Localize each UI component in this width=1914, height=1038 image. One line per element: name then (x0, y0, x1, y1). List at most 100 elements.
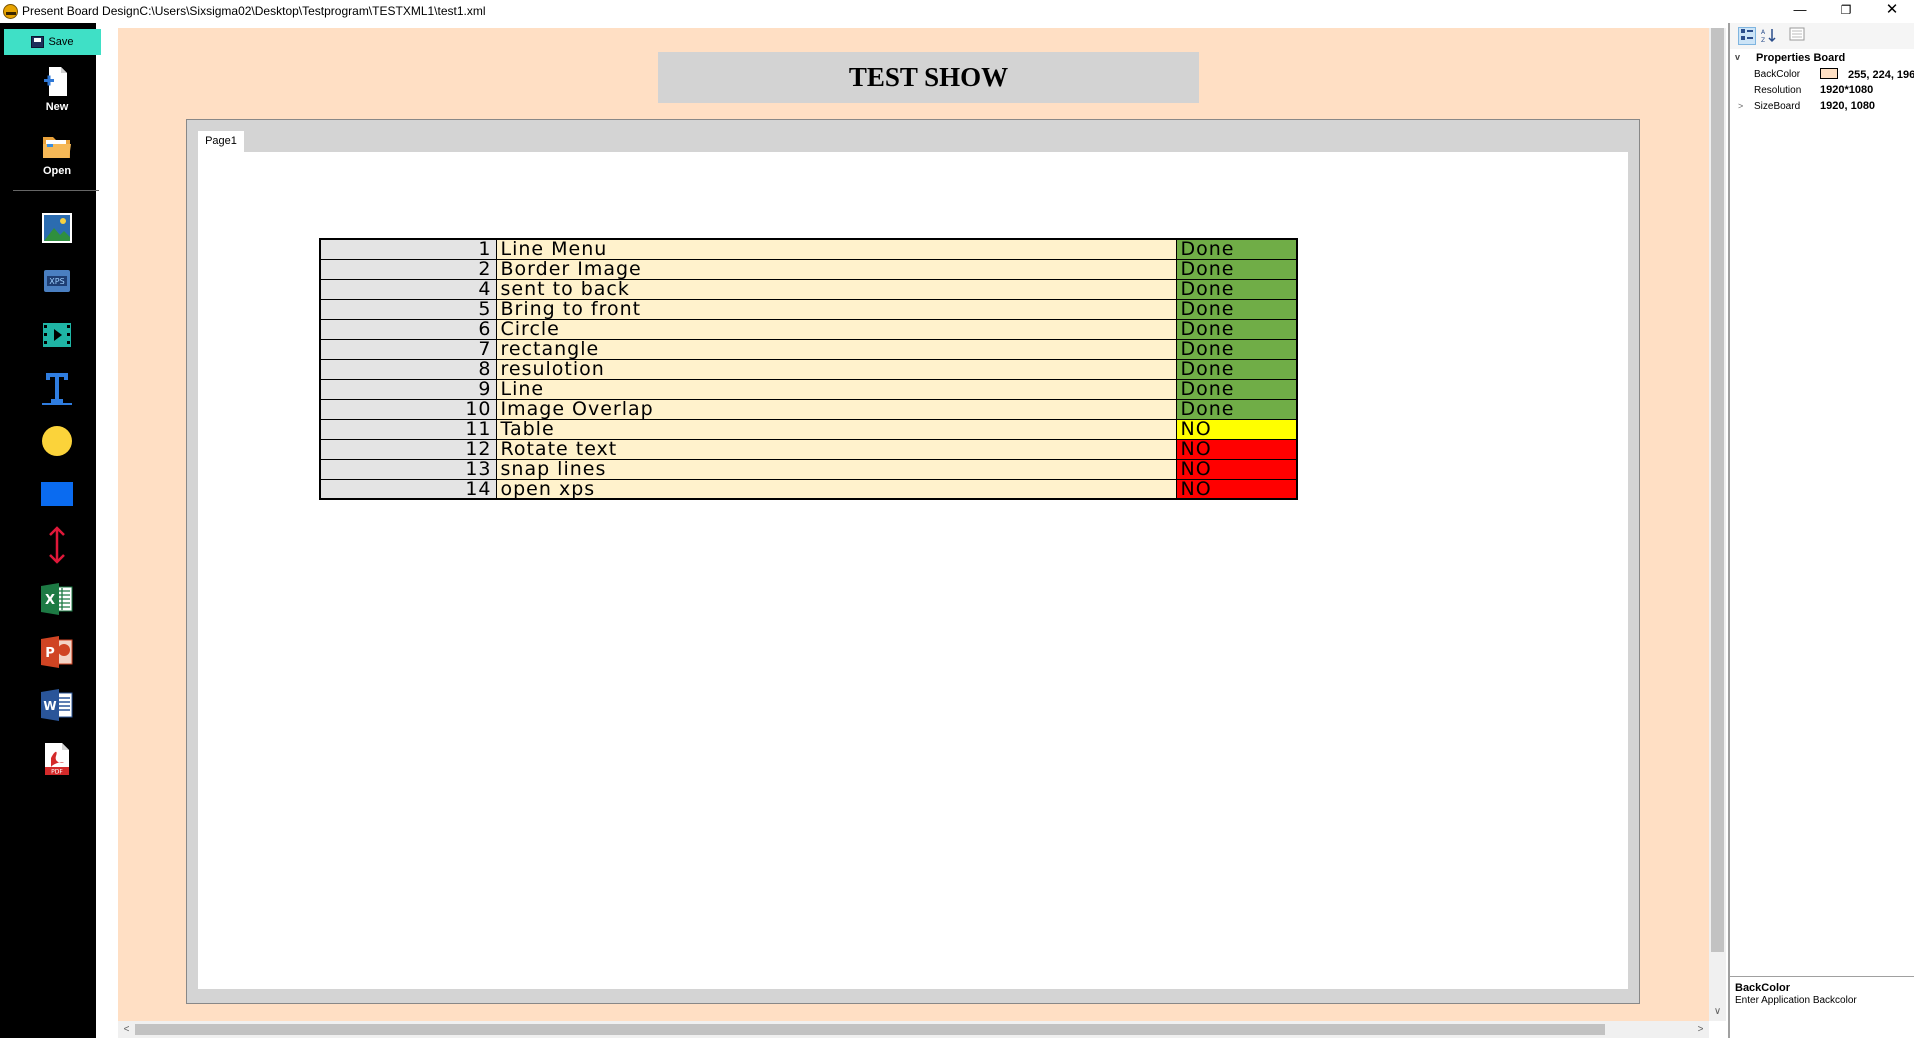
feature-cell: resulotion (495, 358, 1177, 380)
rectangle-icon (41, 482, 73, 506)
row-number-cell: 14 (319, 478, 497, 500)
insert-image-button[interactable] (37, 208, 77, 248)
insert-text-button[interactable] (37, 368, 77, 408)
window-title: Present Board DesignC:\Users\Sixsigma02\… (22, 4, 486, 18)
video-icon (43, 323, 71, 347)
status-cell: Done (1175, 278, 1298, 300)
design-board[interactable]: TEST SHOW Page1 1 Line Menu Done 2 Border Im… (118, 28, 1709, 1021)
table-row[interactable]: 1 Line Menu Done (319, 238, 1298, 260)
alphabetical-sort-icon[interactable]: AZ (1760, 27, 1778, 45)
board-title[interactable]: TEST SHOW (658, 52, 1199, 103)
property-value[interactable]: 255, 224, 196 (1820, 68, 1914, 81)
image-icon (42, 213, 72, 243)
status-cell: Done (1175, 258, 1298, 280)
feature-cell: snap lines (495, 458, 1177, 480)
table-row[interactable]: 5 Bring to front Done (319, 298, 1298, 320)
open-folder-icon (40, 129, 74, 163)
feature-cell: sent to back (495, 278, 1177, 300)
row-number-cell: 12 (319, 438, 497, 460)
property-sizeboard[interactable]: > SizeBoard 1920, 1080 (1730, 99, 1914, 115)
page-canvas[interactable]: 1 Line Menu Done 2 Border Image Done 4 sent to … (198, 152, 1628, 989)
open-label: Open (42, 165, 72, 177)
table-row[interactable]: 10 Image Overlap Done (319, 398, 1298, 420)
insert-excel-button[interactable]: X (37, 579, 77, 619)
feature-status-table[interactable]: 1 Line Menu Done 2 Border Image Done 4 sent to … (319, 238, 1298, 500)
save-button[interactable]: Save (4, 29, 101, 55)
feature-cell: Line (495, 378, 1177, 400)
table-row[interactable]: 8 resulotion Done (319, 358, 1298, 380)
new-label: New (45, 101, 69, 113)
line-icon (49, 526, 65, 564)
table-row[interactable]: 4 sent to back Done (319, 278, 1298, 300)
open-button[interactable]: Open (24, 129, 90, 177)
property-help-panel: BackColor Enter Application Backcolor (1730, 976, 1914, 1036)
table-row[interactable]: 2 Border Image Done (319, 258, 1298, 280)
new-button[interactable]: New (24, 65, 90, 113)
table-row[interactable]: 6 Circle Done (319, 318, 1298, 340)
svg-text:X: X (45, 593, 55, 608)
feature-cell: open xps (495, 478, 1177, 500)
svg-text:XPS: XPS (49, 277, 64, 286)
collapse-icon[interactable]: v (1735, 52, 1740, 62)
status-cell: Done (1175, 298, 1298, 320)
vertical-scroll-thumb[interactable] (1711, 28, 1724, 952)
row-number-cell: 1 (319, 238, 497, 260)
insert-word-button[interactable]: W (37, 685, 77, 725)
status-cell: NO (1175, 478, 1298, 500)
insert-circle-button[interactable] (37, 421, 77, 461)
feature-cell: Line Menu (495, 238, 1177, 260)
insert-line-button[interactable] (37, 525, 77, 565)
table-row[interactable]: 9 Line Done (319, 378, 1298, 400)
insert-video-button[interactable] (37, 315, 77, 355)
svg-text:P: P (45, 646, 55, 661)
property-pages-icon[interactable] (1788, 27, 1806, 45)
text-icon (42, 373, 72, 405)
table-row[interactable]: 12 Rotate text NO (319, 438, 1298, 460)
color-swatch (1820, 68, 1838, 79)
feature-cell: Table (495, 418, 1177, 440)
table-row[interactable]: 7 rectangle Done (319, 338, 1298, 360)
scroll-left-arrow-icon[interactable]: < (118, 1021, 135, 1038)
category-label: Properties Board (1756, 52, 1846, 64)
horizontal-scroll-thumb[interactable] (135, 1024, 1605, 1035)
property-name: Resolution (1754, 85, 1802, 96)
categorized-view-icon[interactable] (1738, 27, 1756, 45)
save-label: Save (48, 36, 74, 48)
table-row[interactable]: 14 open xps NO (319, 478, 1298, 500)
category-properties-board[interactable]: v Properties Board (1730, 51, 1914, 67)
tab-page1[interactable]: Page1 (198, 131, 244, 152)
insert-xps-button[interactable]: XPS (37, 261, 77, 301)
property-grid: AZ v Properties Board BackColor 255, 224… (1728, 23, 1914, 1038)
status-cell: Done (1175, 378, 1298, 400)
close-button[interactable]: ✕ (1869, 0, 1914, 22)
property-name: BackColor (1754, 69, 1801, 80)
status-cell: NO (1175, 458, 1298, 480)
scroll-down-arrow-icon[interactable]: ∨ (1709, 1003, 1726, 1020)
property-value[interactable]: 1920*1080 (1820, 84, 1873, 96)
insert-pdf-button[interactable]: PDF (37, 739, 77, 779)
table-row[interactable]: 11 Table NO (319, 418, 1298, 440)
status-cell: Done (1175, 398, 1298, 420)
property-backcolor[interactable]: BackColor 255, 224, 196 (1730, 67, 1914, 83)
status-cell: Done (1175, 238, 1298, 260)
insert-rectangle-button[interactable] (37, 474, 77, 514)
property-resolution[interactable]: Resolution 1920*1080 (1730, 83, 1914, 99)
horizontal-scrollbar[interactable]: < > (118, 1021, 1709, 1038)
row-number-cell: 13 (319, 458, 497, 480)
status-cell: Done (1175, 358, 1298, 380)
pdf-icon: PDF (45, 743, 69, 776)
row-number-cell: 7 (319, 338, 497, 360)
feature-cell: Circle (495, 318, 1177, 340)
row-number-cell: 5 (319, 298, 497, 320)
property-value[interactable]: 1920, 1080 (1820, 100, 1875, 112)
vertical-scrollbar[interactable]: ∨ (1709, 28, 1726, 1021)
table-row[interactable]: 13 snap lines NO (319, 458, 1298, 480)
insert-powerpoint-button[interactable]: P (37, 632, 77, 672)
status-cell: NO (1175, 418, 1298, 440)
feature-cell: Border Image (495, 258, 1177, 280)
minimize-button[interactable]: — (1777, 0, 1823, 22)
scroll-right-arrow-icon[interactable]: > (1692, 1021, 1709, 1038)
expand-icon[interactable]: > (1738, 101, 1743, 111)
status-cell: NO (1175, 438, 1298, 460)
restore-button[interactable]: ❐ (1823, 0, 1869, 22)
